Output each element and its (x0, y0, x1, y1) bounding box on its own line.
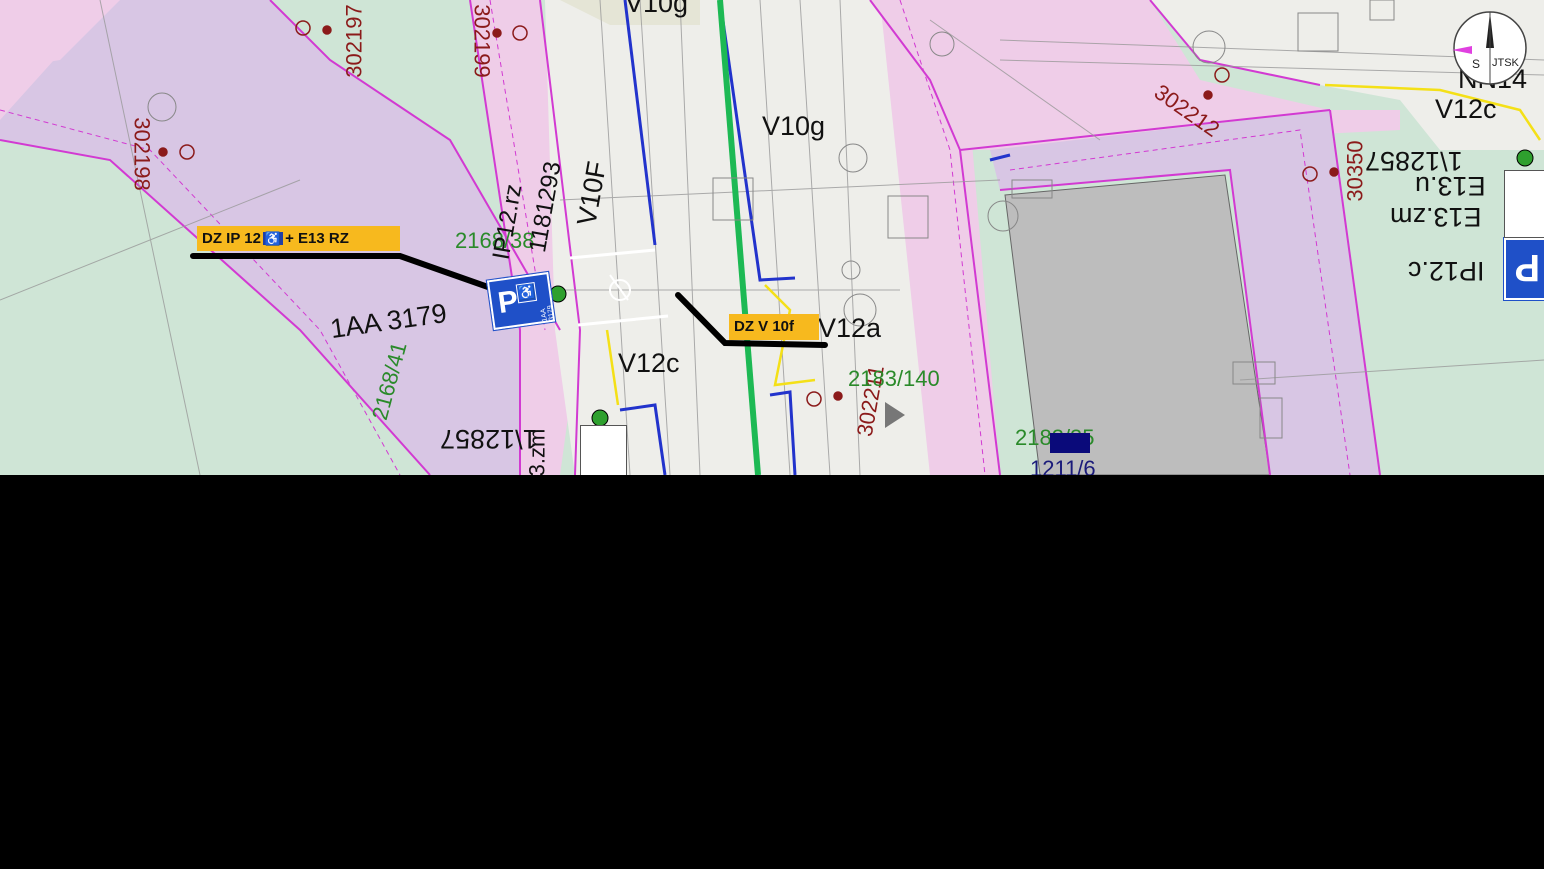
callout-dz-v10f[interactable]: DZ V 10f (729, 314, 819, 340)
callout-prefix: DZ IP 12 (202, 230, 261, 247)
compass-s: S (1472, 57, 1481, 71)
parcel-1211-6: 1211/6 (1030, 456, 1096, 476)
info-sign-left (580, 425, 627, 475)
wheelchair-icon: ♿ (262, 231, 284, 246)
compass-rose: S JTSK (1452, 10, 1528, 86)
map-viewport[interactable]: 302197 302199 302198 302212 302211 30350… (0, 0, 1544, 475)
parcel-30350: 30350 (1342, 140, 1368, 202)
callout-suffix: + E13 RZ (285, 230, 349, 247)
label-e13u: E13.u (1415, 171, 1486, 201)
wheelchair-icon: ♿ (515, 281, 538, 304)
label-ip12c: IP12.c (1408, 256, 1485, 286)
label-v10g: V10g (762, 111, 826, 141)
parcel-302199: 302199 (469, 4, 495, 78)
callout-dz-ip12[interactable]: DZ IP 12 ♿ + E13 RZ (197, 226, 400, 251)
parking-sign-letter-right: P (1514, 246, 1540, 288)
label-v12c-right: V12c (1435, 94, 1497, 124)
label-v10g-top: V10g (625, 0, 689, 18)
label-v12c-center: V12c (618, 348, 680, 378)
compass-icon (1452, 11, 1527, 85)
parcel-302197: 302197 (341, 4, 367, 78)
info-sign-right (1504, 170, 1544, 238)
parking-sign-right[interactable]: P (1503, 237, 1544, 301)
label-e13zm: E13.zm (1390, 202, 1482, 232)
label-12857-right: 1\12857 (1365, 146, 1463, 176)
label-12857-left: 1\12857 (440, 424, 538, 454)
parking-sign-center[interactable]: P ♿ 1AA 3179 (485, 270, 557, 332)
parking-sign-plate: 1AA 3179 (540, 304, 556, 323)
compass-jtsk: JTSK (1492, 57, 1519, 69)
empty-black-area (0, 475, 1544, 869)
label-v12a: V12a (818, 313, 882, 343)
parcel-302198: 302198 (129, 117, 155, 191)
redaction-box (1050, 433, 1090, 453)
label-e13zm-left: E13.zm (524, 428, 550, 475)
parcel-2183-140: 2183/140 (848, 366, 940, 391)
